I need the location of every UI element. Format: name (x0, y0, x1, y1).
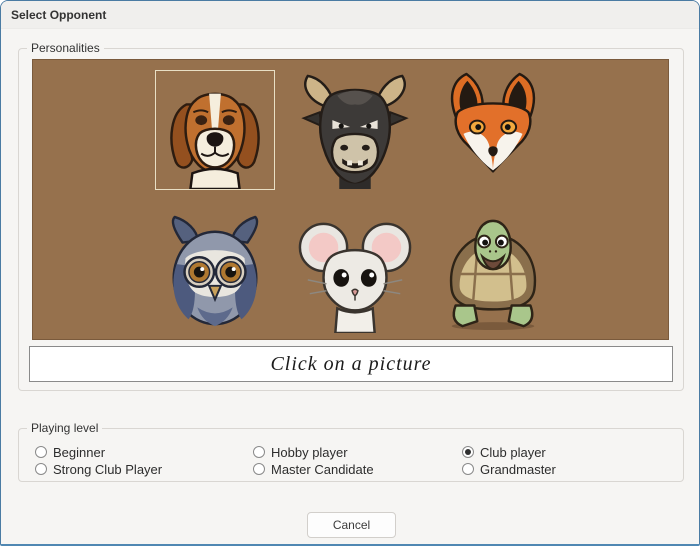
radio-circle-icon (462, 446, 474, 458)
radio-circle-icon (462, 463, 474, 475)
radio-grandmaster[interactable]: Grandmaster (462, 461, 556, 477)
personality-option-turtle[interactable] (433, 214, 553, 334)
status-text: Click on a picture (270, 353, 431, 376)
turtle-illustration (434, 215, 552, 333)
radio-grandmaster-label: Grandmaster (480, 462, 556, 477)
title-bar: Select Opponent (1, 1, 699, 29)
playing-level-group: Playing level Beginner Strong Club Playe… (18, 428, 684, 482)
radio-circle-icon (35, 446, 47, 458)
radio-strong-club-player[interactable]: Strong Club Player (35, 461, 162, 477)
radio-club-player[interactable]: Club player (462, 444, 546, 460)
radio-circle-icon (253, 446, 265, 458)
radio-circle-icon (253, 463, 265, 475)
window-title: Select Opponent (11, 8, 106, 22)
cancel-button[interactable]: Cancel (307, 512, 396, 538)
dialog-window: Select Opponent Personalities (0, 0, 700, 546)
radio-circle-icon (35, 463, 47, 475)
personality-option-dog[interactable] (155, 70, 275, 190)
personalities-panel (32, 59, 669, 340)
bull-illustration (296, 71, 414, 189)
radio-master-candidate-label: Master Candidate (271, 462, 374, 477)
personality-option-bull[interactable] (295, 70, 415, 190)
radio-strong-club-player-label: Strong Club Player (53, 462, 162, 477)
dog-illustration (156, 71, 274, 189)
personality-option-fox[interactable] (433, 70, 553, 190)
radio-beginner[interactable]: Beginner (35, 444, 105, 460)
status-bar: Click on a picture (29, 346, 673, 382)
personalities-group: Personalities (18, 48, 684, 391)
radio-hobby-player[interactable]: Hobby player (253, 444, 348, 460)
radio-master-candidate[interactable]: Master Candidate (253, 461, 374, 477)
owl-illustration (156, 215, 274, 333)
playing-level-group-label: Playing level (27, 421, 102, 436)
radio-club-player-label: Club player (480, 445, 546, 460)
mouse-illustration (296, 215, 414, 333)
fox-illustration (434, 71, 552, 189)
personality-option-owl[interactable] (155, 214, 275, 334)
personalities-group-label: Personalities (27, 41, 104, 56)
personality-option-mouse[interactable] (295, 214, 415, 334)
radio-hobby-player-label: Hobby player (271, 445, 348, 460)
radio-beginner-label: Beginner (53, 445, 105, 460)
